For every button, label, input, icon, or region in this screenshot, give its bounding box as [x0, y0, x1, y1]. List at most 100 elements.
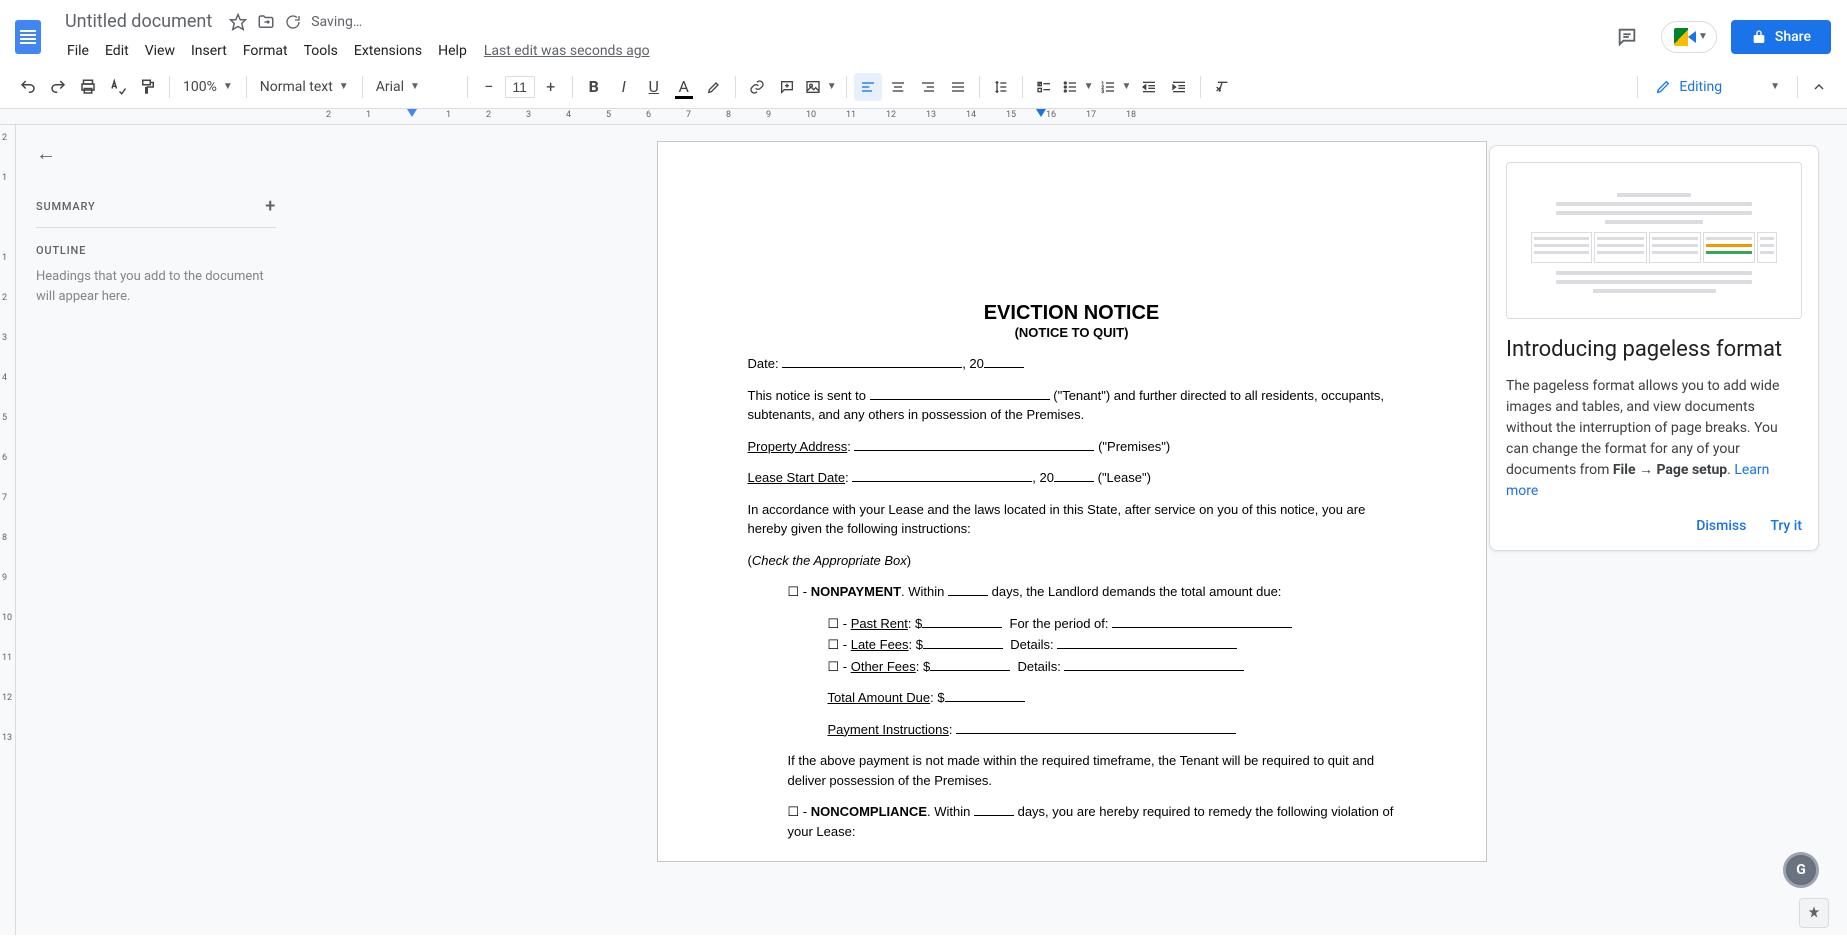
- doc-nonpay: ☐ - NONPAYMENT. Within days, the Landlor…: [788, 582, 1396, 602]
- svg-text:3: 3: [1101, 89, 1104, 95]
- outline-empty-text: Headings that you add to the document wi…: [36, 267, 276, 306]
- doc-tenant-line: This notice is sent to ("Tenant") and fu…: [748, 386, 1396, 425]
- separator: [979, 76, 980, 98]
- pencil-icon: [1655, 79, 1671, 95]
- redo-button[interactable]: [44, 73, 72, 101]
- bold-button[interactable]: B: [580, 73, 608, 101]
- menu-help[interactable]: Help: [431, 39, 474, 63]
- editing-mode-button[interactable]: Editing ▼: [1645, 73, 1790, 101]
- decrease-indent-button[interactable]: [1135, 73, 1163, 101]
- increase-font-button[interactable]: +: [537, 73, 565, 101]
- grammarly-icon[interactable]: G: [1783, 852, 1819, 888]
- star-icon[interactable]: [229, 13, 247, 31]
- try-it-button[interactable]: Try it: [1770, 518, 1802, 534]
- menu-bar: File Edit View Insert Format Tools Exten…: [56, 37, 1607, 65]
- menu-insert[interactable]: Insert: [184, 39, 234, 63]
- doc-title-input[interactable]: Untitled document: [58, 8, 219, 35]
- header-right: ▼ Share: [1607, 17, 1831, 57]
- style-dropdown[interactable]: Normal text▼: [254, 75, 355, 99]
- doc-total-due: Total Amount Due: $: [828, 688, 1396, 708]
- separator: [1200, 76, 1201, 98]
- separator: [846, 76, 847, 98]
- doc-accord: In accordance with your Lease and the la…: [748, 500, 1396, 539]
- italic-button[interactable]: I: [610, 73, 638, 101]
- right-indent-marker[interactable]: [1036, 109, 1046, 117]
- callout-title: Introducing pageless format: [1506, 337, 1802, 362]
- main-area: 2112345678910111213 ← SUMMARY + OUTLINE …: [0, 125, 1847, 935]
- doc-title: EVICTION NOTICE: [748, 302, 1396, 325]
- callout-preview: [1506, 162, 1802, 319]
- menu-edit[interactable]: Edit: [98, 39, 136, 63]
- insert-link-button[interactable]: [743, 73, 771, 101]
- increase-indent-button[interactable]: [1165, 73, 1193, 101]
- separator: [572, 76, 573, 98]
- line-spacing-button[interactable]: [987, 73, 1015, 101]
- doc-check-box: (Check the Appropriate Box): [748, 551, 1396, 571]
- bullet-list-button[interactable]: ▼: [1060, 75, 1096, 99]
- collapse-toolbar-button[interactable]: [1805, 73, 1833, 101]
- menu-file[interactable]: File: [60, 39, 96, 63]
- callout-actions: Dismiss Try it: [1506, 518, 1802, 534]
- align-right-button[interactable]: [914, 73, 942, 101]
- summary-label: SUMMARY: [36, 200, 95, 213]
- dismiss-button[interactable]: Dismiss: [1696, 518, 1746, 534]
- move-folder-icon[interactable]: [257, 13, 275, 31]
- highlight-button[interactable]: [700, 73, 728, 101]
- doc-late-fees: ☐ - Late Fees: $ Details:: [828, 635, 1396, 655]
- meet-button[interactable]: ▼: [1661, 21, 1717, 53]
- menu-view[interactable]: View: [138, 39, 182, 63]
- insert-image-button[interactable]: ▼: [803, 75, 839, 99]
- separator: [246, 76, 247, 98]
- doc-date-line: Date: , 20: [748, 354, 1396, 374]
- editing-mode-label: Editing: [1679, 79, 1722, 95]
- doc-lease-start: Lease Start Date: , 20 ("Lease"): [748, 468, 1396, 488]
- font-size-input[interactable]: [505, 76, 535, 98]
- decrease-font-button[interactable]: −: [475, 73, 503, 101]
- style-value: Normal text: [260, 79, 333, 95]
- summary-header: SUMMARY +: [36, 186, 276, 228]
- menu-extensions[interactable]: Extensions: [347, 39, 429, 63]
- underline-button[interactable]: U: [640, 73, 668, 101]
- text-color-button[interactable]: A: [670, 73, 698, 101]
- pageless-callout: Introducing pageless format The pageless…: [1489, 145, 1819, 551]
- zoom-value: 100%: [183, 79, 217, 95]
- back-icon[interactable]: ←: [36, 141, 56, 166]
- separator: [735, 76, 736, 98]
- font-dropdown[interactable]: Arial▼: [370, 75, 460, 99]
- explore-button[interactable]: [1799, 898, 1829, 928]
- menu-tools[interactable]: Tools: [297, 39, 345, 63]
- callout-body: The pageless format allows you to add wi…: [1506, 376, 1802, 502]
- undo-button[interactable]: [14, 73, 42, 101]
- doc-pay-instr: Payment Instructions:: [828, 720, 1396, 740]
- align-center-button[interactable]: [884, 73, 912, 101]
- chevron-down-icon: ▼: [410, 81, 420, 92]
- title-row: Untitled document Saving…: [56, 8, 1607, 35]
- numbered-list-button[interactable]: 123▼: [1098, 75, 1134, 99]
- print-button[interactable]: [74, 73, 102, 101]
- chevron-down-icon: ▼: [1770, 81, 1780, 92]
- vertical-ruler[interactable]: 2112345678910111213: [0, 125, 16, 935]
- header-center: Untitled document Saving… File Edit View…: [56, 8, 1607, 65]
- left-indent-marker[interactable]: [407, 109, 417, 117]
- page[interactable]: EVICTION NOTICE (NOTICE TO QUIT) Date: ,…: [657, 141, 1487, 862]
- last-edit-link[interactable]: Last edit was seconds ago: [484, 43, 650, 59]
- horizontal-ruler[interactable]: 21123456789101112131415161718: [0, 109, 1847, 125]
- align-justify-button[interactable]: [944, 73, 972, 101]
- doc-if-not-paid: If the above payment is not made within …: [788, 751, 1396, 790]
- checklist-button[interactable]: [1030, 73, 1058, 101]
- doc-subtitle: (NOTICE TO QUIT): [748, 325, 1396, 340]
- chevron-down-icon: ▼: [1698, 31, 1708, 42]
- docs-logo[interactable]: [8, 17, 48, 57]
- comments-icon[interactable]: [1607, 17, 1647, 57]
- align-left-button[interactable]: [854, 73, 882, 101]
- menu-format[interactable]: Format: [236, 39, 295, 63]
- lock-icon: [1751, 29, 1767, 45]
- clear-format-button[interactable]: [1208, 73, 1236, 101]
- spellcheck-button[interactable]: [104, 73, 132, 101]
- zoom-dropdown[interactable]: 100%▼: [177, 75, 239, 99]
- share-button[interactable]: Share: [1731, 20, 1831, 54]
- add-comment-button[interactable]: [773, 73, 801, 101]
- add-summary-button[interactable]: +: [265, 196, 276, 217]
- meet-icon: [1674, 28, 1696, 46]
- paint-format-button[interactable]: [134, 73, 162, 101]
